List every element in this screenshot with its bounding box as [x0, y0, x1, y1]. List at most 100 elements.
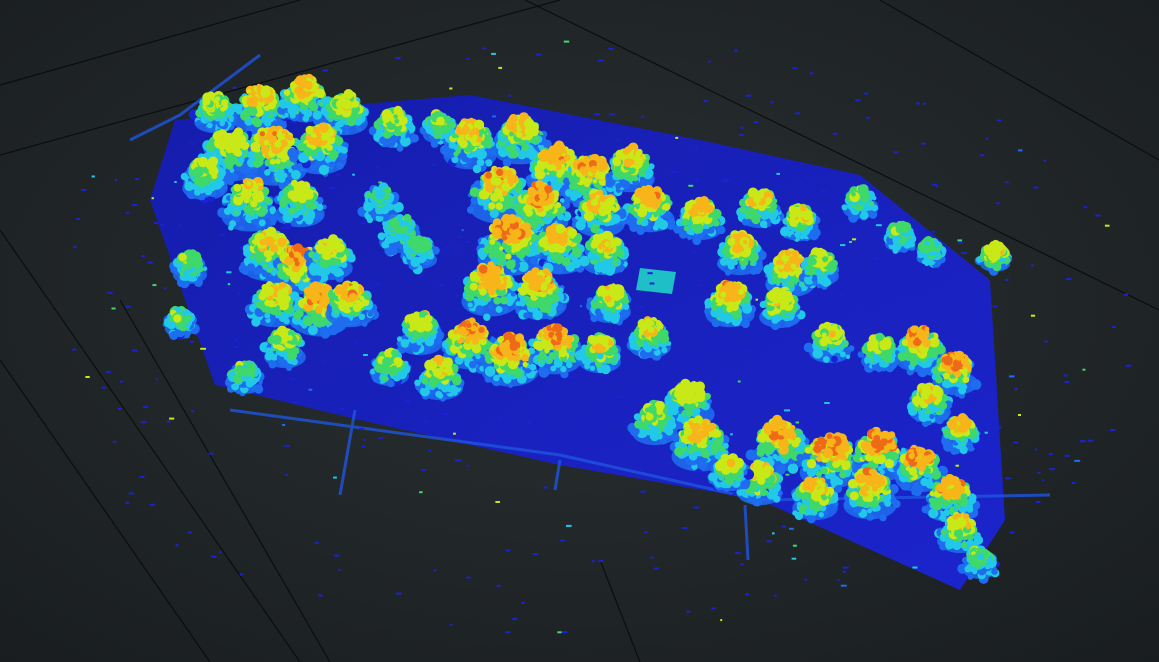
ground-point	[789, 527, 794, 530]
ground-point	[597, 374, 603, 377]
canopy-point	[263, 139, 270, 146]
canopy-point	[234, 210, 239, 216]
ground-point	[85, 376, 90, 378]
ground-point	[125, 501, 130, 504]
ground-point	[120, 380, 124, 383]
ground-point	[292, 401, 299, 404]
ground-point	[1123, 293, 1129, 296]
ground-point	[336, 173, 340, 176]
ground-point	[1084, 206, 1088, 209]
ground-point	[770, 101, 774, 104]
ground-point	[466, 576, 471, 579]
canopy-point	[193, 176, 202, 185]
ground-point	[1014, 388, 1018, 390]
ground-point	[988, 514, 992, 517]
canopy-point	[269, 214, 277, 222]
canopy-point	[317, 213, 323, 219]
ground-point	[616, 417, 620, 420]
ground-point	[492, 115, 496, 118]
ground-point	[1005, 279, 1009, 281]
canopy-point	[238, 156, 245, 164]
ground-point	[803, 407, 806, 410]
ground-point	[233, 346, 239, 349]
canopy-point	[367, 311, 374, 317]
ground-point	[813, 210, 818, 213]
canopy-point	[356, 126, 362, 132]
canopy-point	[359, 295, 365, 301]
ground-point	[1082, 368, 1086, 371]
canopy-point	[229, 220, 237, 228]
canopy-point	[301, 181, 311, 191]
canopy-point	[312, 110, 322, 120]
ground-point	[1030, 314, 1036, 317]
ground-point	[363, 438, 366, 441]
ground-point	[693, 506, 699, 509]
canopy-point	[287, 147, 298, 159]
canopy-point	[341, 99, 353, 110]
ground-point	[1034, 448, 1037, 451]
ground-point	[461, 229, 464, 232]
ground-point	[466, 57, 470, 60]
canopy-point	[335, 121, 342, 128]
canopy-point	[249, 254, 255, 260]
ground-point	[535, 53, 542, 56]
ground-point	[755, 298, 758, 301]
canopy-point	[411, 235, 419, 243]
ground-point	[720, 619, 723, 622]
ground-point	[219, 551, 222, 554]
ground-point	[396, 592, 402, 595]
ground-point	[843, 566, 849, 569]
ground-point	[935, 320, 938, 323]
canopy-point	[281, 283, 287, 288]
ground-point	[491, 52, 496, 55]
ground-point	[105, 370, 112, 373]
canopy-point	[277, 237, 287, 247]
canopy-point	[557, 177, 563, 183]
ground-point	[781, 525, 786, 528]
ground-point	[113, 440, 117, 443]
ground-point	[766, 540, 773, 543]
ground-point	[237, 292, 242, 295]
canopy-point	[284, 222, 292, 230]
ground-point	[566, 524, 572, 527]
canopy-point	[318, 164, 329, 175]
ground-point	[688, 184, 694, 187]
ground-point	[457, 246, 460, 249]
point-cloud-viewport[interactable]	[0, 0, 1159, 662]
ground-point	[804, 578, 808, 581]
canopy-point	[238, 225, 244, 231]
ground-point	[433, 569, 437, 572]
ground-point	[419, 491, 423, 494]
ground-point	[795, 112, 800, 115]
canopy-point	[308, 264, 317, 272]
canopy-point	[295, 309, 304, 318]
canopy-point	[305, 134, 312, 141]
ground-point	[748, 461, 752, 464]
canopy-point	[319, 102, 324, 107]
canopy-point	[495, 202, 504, 211]
ground-point	[354, 341, 360, 344]
canopy-point	[373, 186, 379, 192]
canopy-point	[310, 164, 317, 171]
canopy-point	[233, 127, 244, 137]
canopy-point	[468, 117, 475, 125]
canopy-point	[260, 288, 269, 298]
canopy-point	[473, 119, 485, 130]
ground-point	[147, 261, 153, 264]
ground-point	[925, 554, 929, 557]
ground-point	[155, 378, 158, 381]
canopy-point	[334, 258, 342, 265]
ground-point	[132, 204, 138, 207]
ground-point	[686, 610, 691, 613]
ground-point	[1043, 159, 1047, 162]
ground-point	[141, 255, 145, 258]
ground-point	[164, 287, 167, 290]
ground-point	[984, 421, 991, 424]
canopy-point	[305, 202, 312, 209]
ground-point	[703, 100, 709, 103]
canopy-point	[275, 158, 281, 165]
ground-point	[594, 113, 600, 116]
ground-point	[931, 183, 937, 186]
canopy-point	[294, 205, 301, 211]
ground-point	[774, 594, 777, 597]
